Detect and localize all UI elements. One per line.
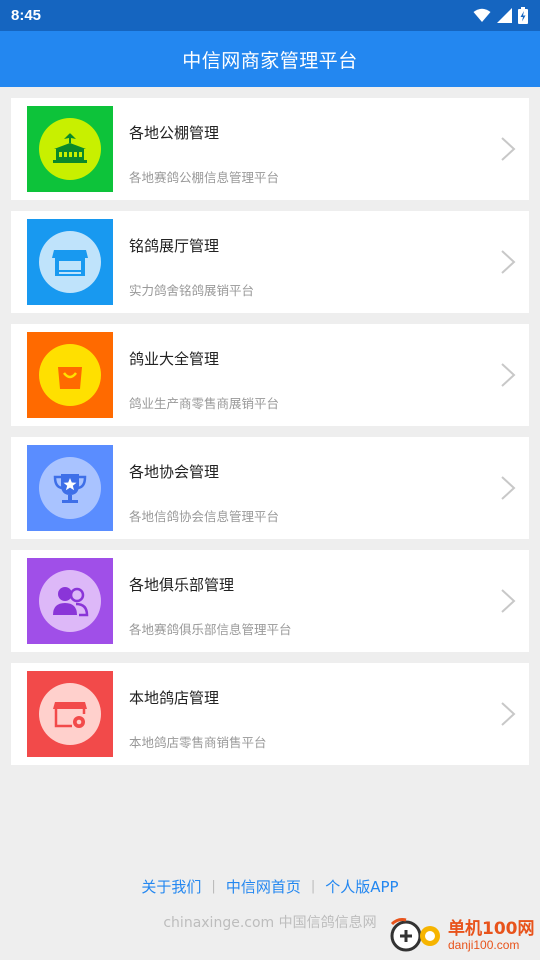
item-title: 铭鸽展厅管理 [129, 237, 220, 255]
association-tile [27, 445, 113, 531]
status-icons [473, 7, 528, 24]
item-subtitle: 各地信鸽协会信息管理平台 [129, 509, 280, 524]
footer-separator: | [211, 879, 216, 894]
about-us-link[interactable]: 关于我们 [141, 876, 201, 897]
wifi-icon [473, 8, 491, 22]
item-subtitle: 各地赛鸽公棚信息管理平台 [129, 170, 280, 185]
local-shop-tile [27, 671, 113, 757]
chevron-right-icon [501, 363, 516, 387]
showroom-tile [27, 219, 113, 305]
item-title: 各地俱乐部管理 [129, 576, 235, 594]
watermark: 单机100网 danji100.com [390, 912, 540, 960]
item-subtitle: 各地赛鸽俱乐部信息管理平台 [129, 622, 292, 637]
watermark-brand: 单机100网 [448, 918, 535, 939]
list-item-showroom[interactable]: 铭鸽展厅管理 实力鸽舍铭鸽展销平台 [11, 211, 529, 313]
chevron-right-icon [501, 702, 516, 726]
users-icon [53, 587, 89, 617]
item-title: 各地公棚管理 [129, 124, 220, 142]
personal-app-link[interactable]: 个人版APP [325, 876, 398, 897]
loft-building-icon [53, 133, 87, 163]
management-list: 各地公棚管理 各地赛鸽公棚信息管理平台 铭鸽展厅管理 实力鸽舍铭鸽展销平台 鸽业… [11, 98, 529, 776]
footer-separator: | [310, 879, 316, 894]
list-item-industry[interactable]: 鸽业大全管理 鸽业生产商零售商展销平台 [11, 324, 529, 426]
item-title: 各地协会管理 [129, 463, 220, 481]
battery-charging-icon [518, 7, 528, 24]
club-tile [27, 558, 113, 644]
app-bar: 中信网商家管理平台 [0, 31, 540, 87]
item-subtitle: 鸽业生产商零售商展销平台 [129, 396, 280, 411]
list-item-loft[interactable]: 各地公棚管理 各地赛鸽公棚信息管理平台 [11, 98, 529, 200]
chevron-right-icon [501, 589, 516, 613]
list-item-club[interactable]: 各地俱乐部管理 各地赛鸽俱乐部信息管理平台 [11, 550, 529, 652]
trophy-icon [53, 474, 87, 503]
watermark-url: danji100.com [448, 937, 520, 952]
item-subtitle: 实力鸽舍铭鸽展销平台 [129, 283, 255, 298]
status-bar: 8:45 [0, 0, 540, 31]
cellular-signal-icon [497, 8, 512, 23]
status-time: 8:45 [11, 7, 42, 24]
chevron-right-icon [501, 250, 516, 274]
homepage-link[interactable]: 中信网首页 [226, 876, 301, 897]
chevron-right-icon [501, 476, 516, 500]
item-subtitle: 本地鸽店零售商销售平台 [129, 735, 267, 750]
industry-tile [27, 332, 113, 418]
item-title: 本地鸽店管理 [129, 689, 220, 707]
page-title: 中信网商家管理平台 [182, 49, 358, 72]
footer-links: 关于我们 | 中信网首页 | 个人版APP [0, 876, 540, 897]
shopping-bag-icon [58, 367, 82, 389]
list-item-local-shop[interactable]: 本地鸽店管理 本地鸽店零售商销售平台 [11, 663, 529, 765]
item-title: 鸽业大全管理 [129, 350, 220, 368]
loft-tile [27, 106, 113, 192]
store-icon [52, 250, 88, 276]
chevron-right-icon [501, 137, 516, 161]
list-item-association[interactable]: 各地协会管理 各地信鸽协会信息管理平台 [11, 437, 529, 539]
watermark-logo-icon [390, 918, 440, 952]
shop-settings-icon [53, 702, 87, 728]
